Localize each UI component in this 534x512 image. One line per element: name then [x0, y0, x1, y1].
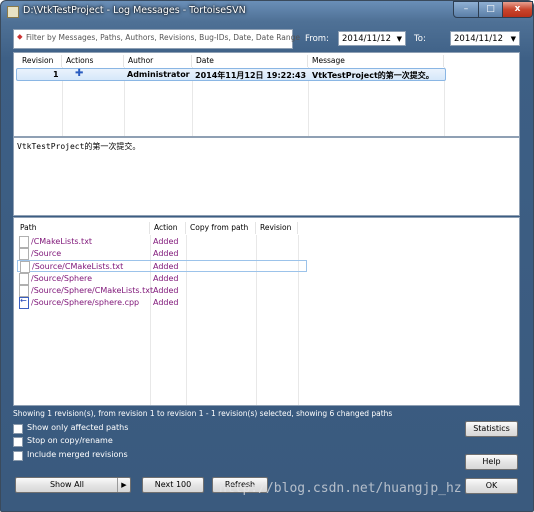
statistics-button[interactable]: Statistics: [465, 421, 518, 437]
help-button[interactable]: Help: [465, 454, 518, 470]
revision-list[interactable]: Revision Actions Author Date Message 1 ✚…: [13, 52, 520, 137]
path-row[interactable]: /Source/Sphere/sphere.cpp Added: [17, 296, 307, 309]
path-text: /Source/Sphere/CMakeLists.txt: [31, 286, 154, 295]
path-text: /Source/CMakeLists.txt: [32, 262, 124, 271]
from-label: From:: [305, 34, 329, 44]
checkbox[interactable]: [13, 451, 23, 461]
checkbox[interactable]: [13, 424, 23, 434]
title-bar[interactable]: D:\VtkTestProject - Log Messages - Torto…: [1, 1, 533, 23]
chevron-right-icon[interactable]: ▶: [117, 478, 130, 492]
ok-button[interactable]: OK: [465, 478, 518, 494]
filter-dropdown-icon[interactable]: ⬥: [17, 33, 25, 41]
maximize-button[interactable]: □: [478, 1, 503, 18]
from-date-value: 2014/11/12: [342, 34, 391, 44]
revision-row-selected[interactable]: 1 ✚ Administrator 2014年11月12日 19:22:43 V…: [16, 68, 446, 81]
path-row[interactable]: /Source/Sphere Added: [17, 273, 307, 285]
status-text: Showing 1 revision(s), from revision 1 t…: [13, 409, 393, 418]
add-plus-icon: ✚: [75, 68, 84, 79]
changed-paths-list[interactable]: Path Action Copy from path Revision /CMa…: [13, 217, 520, 406]
column-header-path[interactable]: Path: [16, 222, 150, 234]
column-header-revision[interactable]: Revision: [256, 222, 298, 234]
to-date-picker[interactable]: 2014/11/12 ▼: [450, 31, 520, 46]
path-text: /Source: [31, 249, 62, 258]
modified-file-icon: [19, 296, 29, 309]
filter-placeholder: Filter by Messages, Paths, Authors, Revi…: [26, 33, 300, 42]
checkbox-label: Stop on copy/rename: [27, 436, 113, 445]
file-icon: [19, 273, 29, 285]
show-all-label: Show All: [49, 480, 85, 489]
revision-message: VtkTestProject的第一次提交。: [312, 71, 434, 80]
path-action: Added: [153, 298, 179, 307]
from-date-picker[interactable]: 2014/11/12 ▼: [338, 31, 406, 46]
column-header-date[interactable]: Date: [192, 55, 308, 67]
path-action: Added: [153, 237, 179, 246]
revision-number: 1: [53, 70, 59, 79]
chevron-down-icon[interactable]: ▼: [511, 32, 516, 47]
path-action: Added: [153, 286, 179, 295]
file-icon: [19, 248, 29, 260]
next-100-button[interactable]: Next 100: [142, 477, 204, 493]
path-row[interactable]: /CMakeLists.txt Added: [17, 236, 307, 248]
commit-message-text: VtkTestProject的第一次提交。: [17, 142, 141, 151]
show-all-split-button[interactable]: Show All ▶: [15, 477, 131, 493]
path-action: Added: [153, 262, 179, 271]
path-row[interactable]: /Source/Sphere/CMakeLists.txt Added: [17, 285, 307, 297]
revision-date: 2014年11月12日 19:22:43: [195, 71, 307, 80]
column-header-message[interactable]: Message: [308, 55, 444, 67]
message-pane[interactable]: VtkTestProject的第一次提交。: [13, 137, 520, 216]
revision-author: Administrator: [127, 70, 190, 79]
path-action: Added: [153, 249, 179, 258]
column-header-actions[interactable]: Actions: [62, 55, 124, 67]
checkbox-label: Show only affected paths: [27, 423, 129, 432]
app-icon: [7, 6, 19, 18]
filter-input[interactable]: ⬥ Filter by Messages, Paths, Authors, Re…: [13, 29, 300, 49]
file-icon: [20, 261, 30, 273]
column-header-action[interactable]: Action: [150, 222, 186, 234]
watermark-text: http://blog.csdn.net/huangjp_hz: [219, 481, 462, 496]
close-button[interactable]: x: [502, 1, 533, 18]
path-text: /Source/Sphere: [31, 274, 93, 283]
path-row-focused[interactable]: /Source/CMakeLists.txt Added: [17, 260, 307, 273]
window-title: D:\VtkTestProject - Log Messages - Torto…: [23, 5, 246, 16]
column-header-copy-from-path[interactable]: Copy from path: [186, 222, 256, 234]
column-header-author[interactable]: Author: [124, 55, 192, 67]
to-date-value: 2014/11/12: [454, 34, 503, 44]
path-text: /CMakeLists.txt: [31, 237, 93, 246]
column-header-revision[interactable]: Revision: [18, 55, 62, 67]
chevron-down-icon[interactable]: ▼: [397, 32, 402, 47]
path-row[interactable]: /Source Added: [17, 248, 307, 260]
minimize-button[interactable]: –: [453, 1, 479, 18]
file-icon: [19, 236, 29, 248]
checkbox-label: Include merged revisions: [27, 450, 128, 459]
checkbox[interactable]: [13, 437, 23, 447]
log-messages-window: D:\VtkTestProject - Log Messages - Torto…: [0, 0, 534, 512]
to-label: To:: [414, 34, 426, 44]
path-text: /Source/Sphere/sphere.cpp: [31, 298, 140, 307]
path-action: Added: [153, 274, 179, 283]
